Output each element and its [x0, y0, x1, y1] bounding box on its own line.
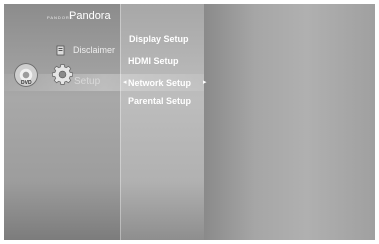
content-area: [204, 4, 375, 240]
submenu-display-setup[interactable]: Display Setup: [129, 34, 189, 44]
submenu-parental-setup[interactable]: Parental Setup: [128, 96, 191, 106]
left-arrow-icon: ◂: [123, 79, 127, 86]
menu-item-setup[interactable]: Setup: [74, 76, 100, 87]
disclaimer-icon: [56, 45, 65, 56]
right-arrow-icon: ▸: [203, 79, 207, 86]
submenu-network-setup[interactable]: Network Setup: [128, 78, 191, 88]
submenu-hdmi-setup[interactable]: HDMI Setup: [128, 56, 179, 66]
setup-screen: DVD PANDORA Pandora Disclaimer Setup Dis…: [4, 4, 375, 240]
gear-icon: [52, 64, 73, 85]
main-menu-column: [4, 4, 120, 240]
dvd-label: DVD: [21, 80, 32, 86]
menu-item-pandora[interactable]: Pandora: [69, 10, 111, 22]
menu-item-disclaimer[interactable]: Disclaimer: [73, 45, 115, 55]
